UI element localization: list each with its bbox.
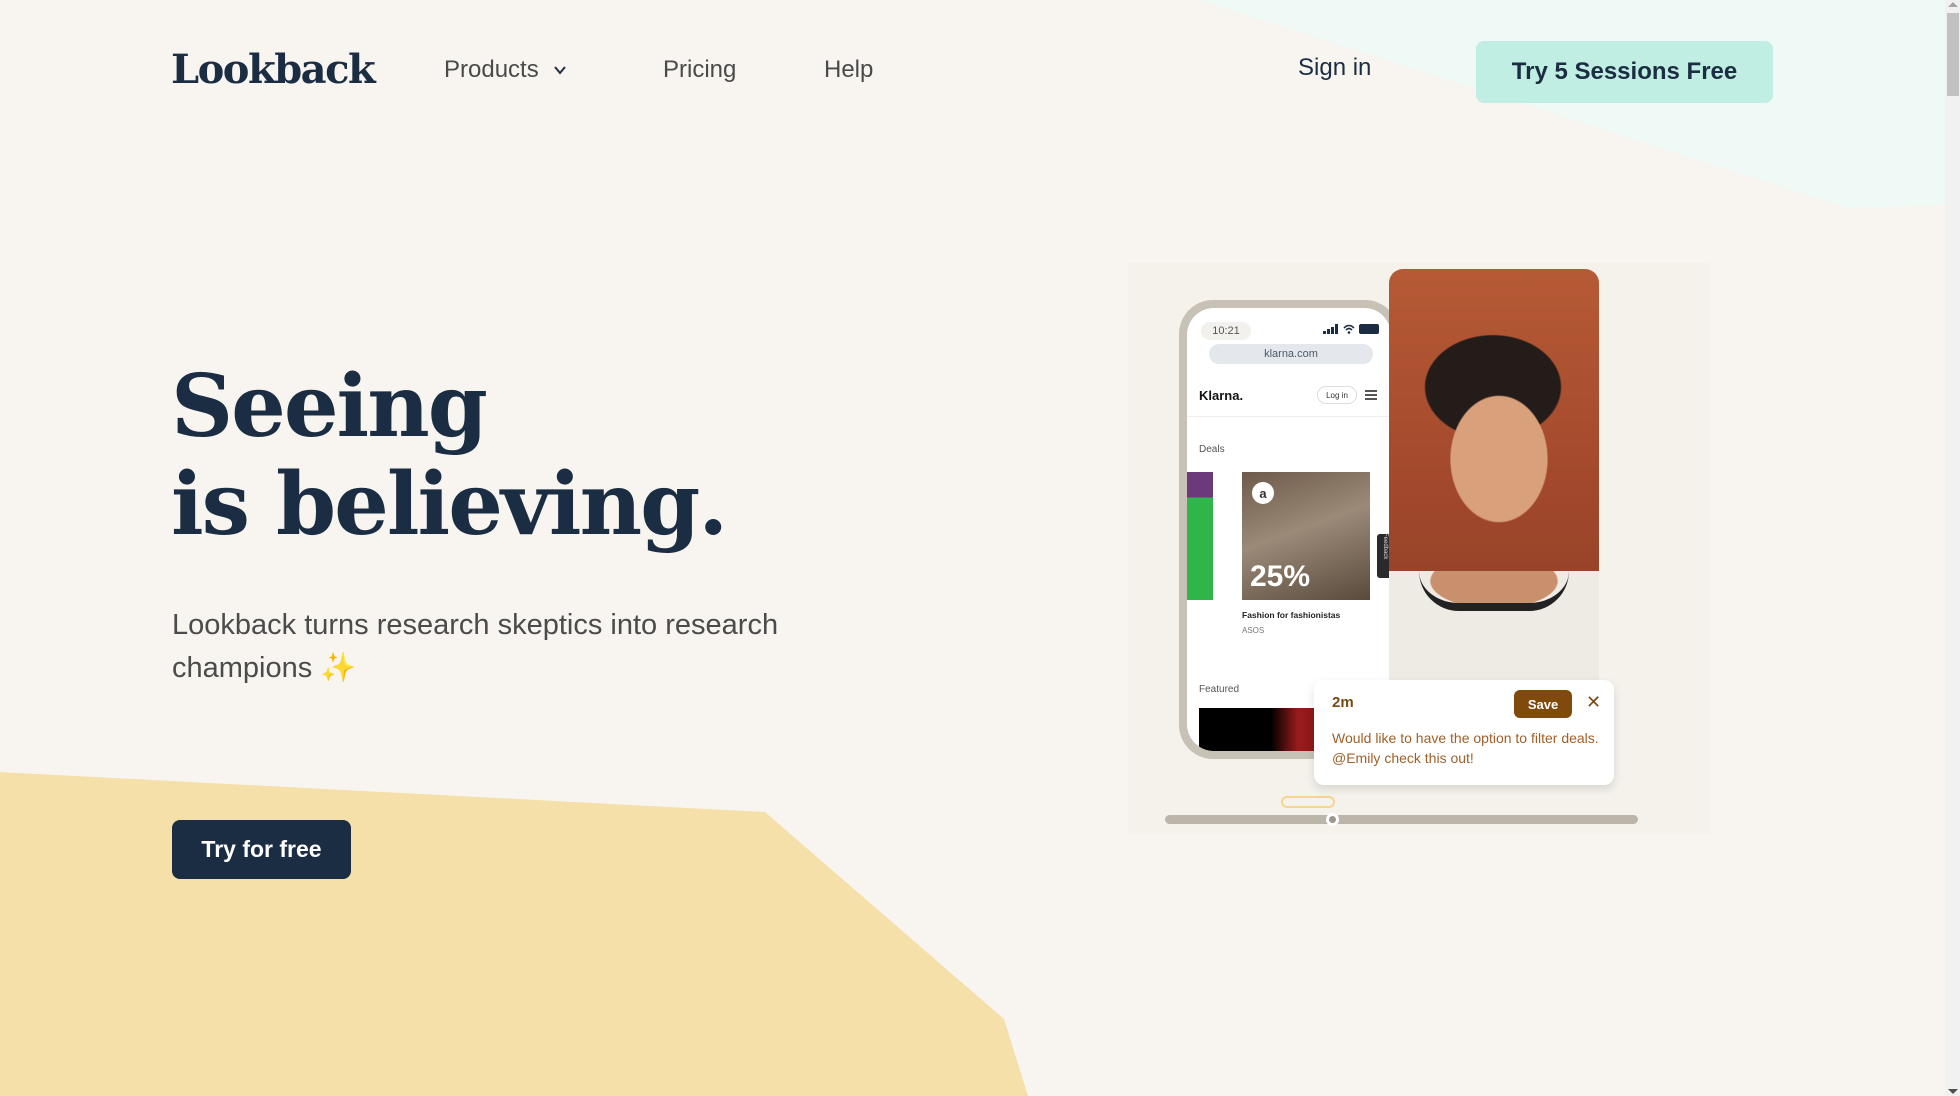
site-header: Lookback Products Pricing Help Sign in T…	[0, 0, 1945, 140]
chevron-down-icon	[553, 66, 566, 75]
hero-subtitle-text: Lookback turns research skeptics into re…	[172, 609, 779, 684]
lookback-logo[interactable]: Lookback	[171, 46, 376, 93]
hamburger-menu-icon	[1365, 390, 1377, 400]
hero-subtitle: Lookback turns research skeptics into re…	[172, 604, 872, 690]
vertical-scrollbar[interactable]	[1945, 0, 1960, 1096]
participant-video	[1389, 269, 1599, 681]
try-sessions-free-button[interactable]: Try 5 Sessions Free	[1476, 41, 1773, 103]
deal-thumbnail	[1187, 472, 1213, 600]
status-icons	[1323, 324, 1379, 334]
close-icon[interactable]: ✕	[1586, 692, 1601, 713]
battery-icon	[1359, 324, 1379, 334]
scroll-up-arrow-icon[interactable]	[1948, 2, 1958, 7]
timeline-scrubber[interactable]	[1165, 813, 1638, 826]
sign-in-link[interactable]: Sign in	[1298, 54, 1371, 82]
try-for-free-button[interactable]: Try for free	[172, 820, 351, 879]
asos-logo-icon: a	[1252, 482, 1274, 504]
scrollbar-thumb[interactable]	[1947, 13, 1959, 96]
sparkles-icon: ✨	[320, 652, 357, 684]
feedback-tab-label: Feedback	[1382, 533, 1388, 560]
scroll-down-arrow-icon[interactable]	[1948, 1089, 1958, 1094]
deals-label: Deals	[1199, 444, 1225, 455]
hero-title: Seeing is believing.	[171, 356, 728, 555]
nav-products-label: Products	[444, 56, 539, 83]
comment-save-button[interactable]: Save	[1514, 690, 1572, 718]
klarna-login-button: Log in	[1317, 386, 1357, 404]
comment-card: 2m Save ✕ Would like to have the option …	[1314, 680, 1614, 785]
hero-title-line2: is believing.	[171, 454, 728, 555]
klarna-logo: Klarna.	[1199, 388, 1244, 403]
yellow-shape	[0, 772, 1028, 1096]
divider	[1187, 416, 1391, 417]
wifi-icon	[1343, 324, 1355, 334]
url-bar: klarna.com	[1209, 344, 1373, 364]
featured-label: Featured	[1199, 684, 1240, 695]
hero-title-line1: Seeing	[171, 356, 488, 457]
timeline-marker[interactable]	[1281, 796, 1335, 808]
signal-icon	[1323, 324, 1338, 334]
deal-discount: 25%	[1250, 560, 1311, 593]
status-time: 10:21	[1201, 322, 1251, 340]
deal-brand: ASOS	[1242, 626, 1265, 635]
nav-products[interactable]: Products	[444, 56, 567, 84]
deal-title: Fashion for fashionistas	[1242, 610, 1341, 620]
nav-help[interactable]: Help	[824, 56, 873, 84]
deal-card-image: a 25%	[1242, 472, 1370, 600]
comment-timestamp: 2m	[1332, 694, 1354, 711]
comment-text: Would like to have the option to filter …	[1332, 730, 1599, 766]
video-collar	[1419, 571, 1569, 611]
nav-pricing[interactable]: Pricing	[663, 56, 736, 84]
